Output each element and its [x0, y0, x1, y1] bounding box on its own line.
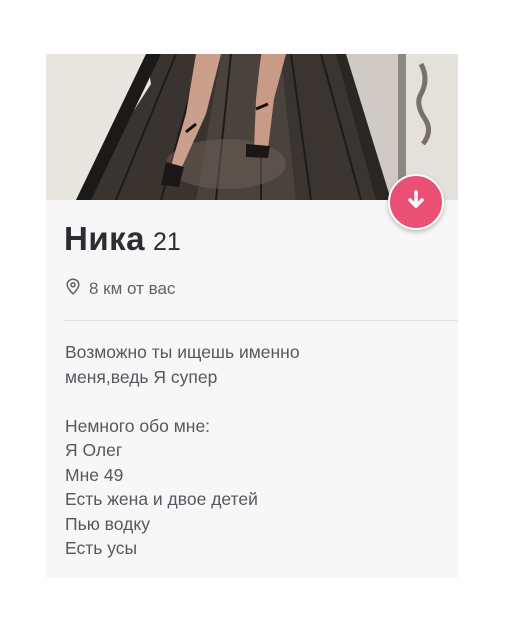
profile-age: 21	[153, 228, 181, 256]
distance-text: 8 км от вас	[89, 279, 176, 298]
profile-photo[interactable]	[46, 54, 458, 200]
name-age-row: Ника 21	[64, 220, 181, 258]
profile-card: Ника 21 8 км от вас Возможно ты ищешь им…	[46, 54, 458, 578]
location-pin-icon	[66, 278, 80, 300]
bio-line: Немного обо мне:	[65, 415, 211, 436]
bio-text: Возможно ты ищешь именно меня,ведь Я суп…	[65, 340, 445, 561]
bio-line: Пью водку	[65, 513, 150, 534]
arrow-down-icon	[405, 189, 427, 216]
expand-profile-button[interactable]	[388, 174, 444, 230]
bio-line: меня,ведь Я супер	[65, 366, 218, 387]
divider	[64, 320, 458, 321]
bio-line: Я Олег	[65, 440, 123, 460]
bio-line: Есть усы	[65, 538, 138, 558]
bio-line: Мне 49	[65, 464, 124, 485]
profile-name: Ника	[64, 220, 145, 257]
bio-line	[65, 389, 445, 414]
distance-row: 8 км от вас	[66, 278, 175, 300]
bio-line: Есть жена и двое детей	[65, 489, 258, 509]
bio-line: Возможно ты ищешь именно	[65, 342, 300, 362]
